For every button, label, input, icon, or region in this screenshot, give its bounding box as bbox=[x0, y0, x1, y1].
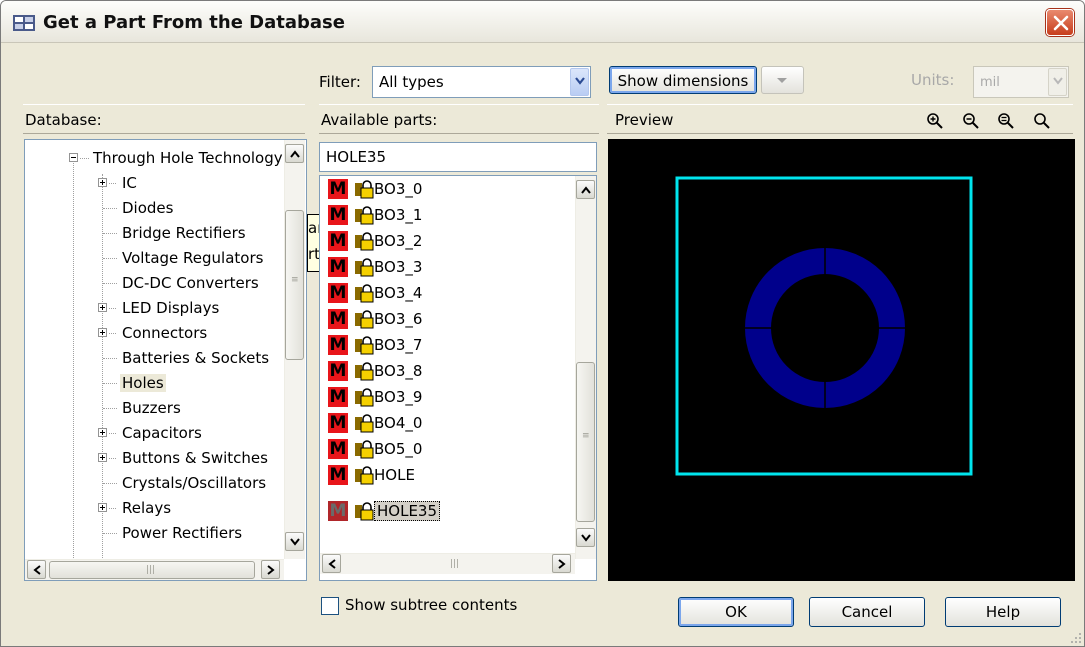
show-dimensions-button[interactable]: Show dimensions bbox=[609, 66, 757, 94]
chevron-down-icon bbox=[290, 538, 300, 546]
filter-dropdown-button[interactable] bbox=[570, 68, 589, 96]
lock-icon bbox=[355, 180, 374, 199]
scroll-down-button[interactable] bbox=[285, 532, 304, 551]
zoom-in-icon[interactable] bbox=[926, 112, 944, 130]
filter-label: Filter: bbox=[319, 73, 361, 91]
scroll-right-button[interactable] bbox=[261, 560, 280, 579]
preview-label: Preview bbox=[615, 111, 674, 129]
expand-icon[interactable] bbox=[98, 453, 107, 462]
chevron-up-icon bbox=[581, 186, 591, 194]
zoom-fit-icon[interactable] bbox=[997, 112, 1015, 130]
pad-divider bbox=[744, 247, 906, 409]
lock-icon bbox=[355, 440, 374, 459]
component-m-icon: M bbox=[328, 335, 348, 355]
database-label: Database: bbox=[25, 111, 102, 129]
scroll-down-button[interactable] bbox=[576, 528, 595, 547]
expand-icon[interactable] bbox=[98, 178, 107, 187]
chevron-right-icon bbox=[558, 559, 566, 569]
parts-vertical-scrollbar[interactable]: ≡ bbox=[575, 176, 596, 559]
component-m-icon: M bbox=[328, 179, 348, 199]
component-m-icon: M bbox=[328, 283, 348, 303]
database-header: Database: bbox=[23, 104, 305, 134]
units-label: Units: bbox=[911, 71, 955, 89]
units-combo[interactable]: mil bbox=[973, 66, 1069, 98]
lock-icon bbox=[355, 258, 374, 277]
units-dropdown-button[interactable] bbox=[1048, 68, 1067, 96]
cancel-button[interactable]: Cancel bbox=[809, 597, 925, 627]
chevron-down-icon bbox=[581, 534, 591, 542]
lock-icon bbox=[355, 414, 374, 433]
component-m-icon: M bbox=[328, 309, 348, 329]
chevron-left-icon bbox=[328, 559, 336, 569]
lock-icon bbox=[355, 336, 374, 355]
resize-grip-icon[interactable] bbox=[1067, 629, 1083, 645]
lock-icon bbox=[355, 310, 374, 329]
scroll-up-button[interactable] bbox=[285, 144, 304, 163]
chevron-down-icon bbox=[575, 77, 585, 85]
lock-icon bbox=[355, 362, 374, 381]
zoom-out-icon[interactable] bbox=[962, 112, 980, 130]
scroll-thumb[interactable]: ≡ bbox=[285, 210, 304, 360]
lock-icon bbox=[355, 232, 374, 251]
expand-icon[interactable] bbox=[98, 428, 107, 437]
scroll-left-button[interactable] bbox=[322, 554, 341, 573]
scroll-up-button[interactable] bbox=[576, 180, 595, 199]
component-m-icon: M bbox=[328, 361, 348, 381]
component-m-icon: M bbox=[328, 439, 348, 459]
scroll-left-button[interactable] bbox=[27, 560, 46, 579]
filter-combo[interactable]: All types bbox=[372, 66, 591, 98]
preview-header: Preview bbox=[607, 104, 1073, 134]
ok-button[interactable]: OK bbox=[678, 597, 794, 627]
available-parts-label: Available parts: bbox=[321, 111, 438, 129]
expand-icon[interactable] bbox=[98, 503, 107, 512]
component-m-icon: M bbox=[328, 387, 348, 407]
component-m-icon: M bbox=[328, 231, 348, 251]
component-m-icon: M bbox=[328, 465, 348, 485]
footprint-preview bbox=[675, 176, 973, 476]
show-dimensions-menu-button[interactable] bbox=[761, 66, 804, 94]
lock-icon bbox=[355, 206, 374, 225]
available-parts-header: Available parts: bbox=[319, 104, 599, 134]
component-m-icon: M bbox=[328, 257, 348, 277]
show-subtree-label: Show subtree contents bbox=[345, 596, 518, 614]
title-bar: Get a Part From the Database bbox=[1, 1, 1084, 43]
zoom-actual-icon[interactable] bbox=[1033, 112, 1051, 130]
chevron-down-icon bbox=[1053, 77, 1063, 85]
hole-pad bbox=[745, 248, 905, 408]
chevron-right-icon bbox=[267, 565, 275, 575]
close-icon bbox=[1053, 15, 1069, 31]
parts-list[interactable]: M BO3_0 M BO3_1 M BO3_2 M BO3_3 M BO3_4 … bbox=[319, 175, 597, 581]
scroll-thumb[interactable]: ≡ bbox=[576, 362, 595, 522]
scroll-thumb[interactable]: ||| bbox=[49, 561, 255, 579]
collapse-icon[interactable] bbox=[69, 153, 78, 162]
chevron-up-icon bbox=[290, 150, 300, 158]
component-m-icon: M bbox=[328, 501, 348, 521]
help-button[interactable]: Help bbox=[945, 597, 1061, 627]
scroll-right-button[interactable] bbox=[552, 554, 571, 573]
close-button[interactable] bbox=[1046, 9, 1074, 36]
lock-icon bbox=[355, 502, 374, 521]
chevron-left-icon bbox=[33, 565, 41, 575]
component-m-icon: M bbox=[328, 205, 348, 225]
expand-icon[interactable] bbox=[98, 303, 107, 312]
window-title: Get a Part From the Database bbox=[43, 12, 345, 33]
filter-value: All types bbox=[379, 73, 444, 91]
chevron-down-icon bbox=[777, 78, 787, 83]
expand-icon[interactable] bbox=[98, 328, 107, 337]
tree-horizontal-scrollbar[interactable]: ||| bbox=[25, 559, 284, 580]
footprint-outline bbox=[675, 176, 973, 476]
database-icon bbox=[13, 15, 35, 31]
lock-icon bbox=[355, 388, 374, 407]
lock-icon bbox=[355, 466, 374, 485]
component-m-icon: M bbox=[328, 413, 348, 433]
tree-vertical-scrollbar[interactable]: ≡ bbox=[284, 140, 305, 559]
parts-horizontal-scrollbar[interactable]: ||| bbox=[320, 553, 575, 574]
database-tree[interactable]: Through Hole Technology IC Diodes Bridge… bbox=[24, 139, 307, 581]
units-value: mil bbox=[980, 75, 1000, 90]
parts-search-input[interactable]: HOLE35 bbox=[319, 142, 597, 172]
show-subtree-checkbox[interactable] bbox=[321, 597, 339, 615]
lock-icon bbox=[355, 284, 374, 303]
preview-canvas[interactable] bbox=[608, 139, 1075, 581]
dialog-window: Get a Part From the Database Filter: All… bbox=[0, 0, 1085, 647]
